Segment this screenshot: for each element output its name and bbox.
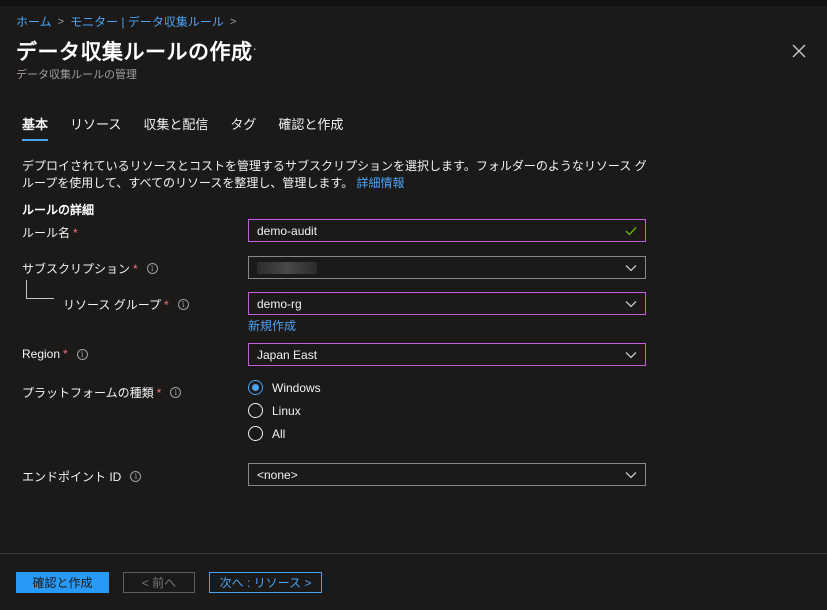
breadcrumb: ホーム > モニター | データ収集ルール > [16,13,242,30]
chevron-right-icon: > [229,15,237,28]
platform-radio-all[interactable]: All [248,426,285,441]
tab-review-create[interactable]: 確認と作成 [278,114,343,141]
platform-radio-linux[interactable]: Linux [248,403,301,418]
region-label: Region * i [22,347,88,361]
top-strip [0,0,827,6]
rule-name-label: ルール名 * [22,225,78,241]
endpoint-value: <none> [257,467,298,482]
endpoint-label: エンドポイント ID i [22,468,142,485]
previous-button[interactable]: < 前へ [123,572,195,593]
more-options-button[interactable]: ··· [241,40,258,56]
required-mark: * [156,385,162,400]
tree-connector [26,298,54,299]
info-icon[interactable]: i [170,387,182,398]
tree-connector [26,280,27,298]
rule-name-value: demo-audit [257,223,318,238]
info-icon[interactable]: i [76,348,88,360]
learn-more-link[interactable]: 詳細情報 [357,176,405,190]
footer-divider [0,553,827,554]
review-create-button[interactable]: 確認と作成 [16,572,109,593]
radio-icon [248,426,263,441]
chevron-right-icon: > [57,15,65,28]
info-icon[interactable]: i [177,299,189,310]
next-resources-button[interactable]: 次へ : リソース > [209,572,322,593]
section-title: ルールの詳細 [22,203,95,217]
resource-group-label: リソース グループ * i [63,296,189,313]
subscription-value-redacted [257,261,317,274]
tab-resources[interactable]: リソース [70,114,121,141]
required-mark: * [73,225,78,240]
rule-name-input[interactable]: demo-audit [248,219,646,242]
description-text: デプロイされているリソースとコストを管理するサブスクリプションを選択します。フォ… [22,159,647,190]
platform-label: プラットフォームの種類 * i [22,384,182,401]
subscription-label: サブスクリプション * i [22,260,158,277]
create-new-link[interactable]: 新規作成 [248,317,296,334]
chevron-down-icon [625,471,637,478]
chevron-down-icon [625,351,637,358]
tab-collect-deliver[interactable]: 収集と配信 [143,114,208,141]
page-title: データ収集ルールの作成 [16,41,253,64]
breadcrumb-home[interactable]: ホーム [16,13,52,30]
subscription-dropdown[interactable] [248,256,646,279]
page-subtitle: データ収集ルールの管理 [16,69,137,81]
required-mark: * [164,297,169,312]
radio-icon [248,403,263,418]
chevron-down-icon [625,300,637,307]
close-icon[interactable] [790,42,808,60]
tab-bar: 基本 リソース 収集と配信 タグ 確認と作成 [22,114,365,141]
breadcrumb-monitor[interactable]: モニター | データ収集ルール [70,13,224,30]
required-mark: * [133,261,138,276]
description: デプロイされているリソースとコストを管理するサブスクリプションを選択します。フォ… [22,158,652,192]
info-icon[interactable]: i [146,263,158,274]
checkmark-icon [625,226,637,235]
resource-group-value: demo-rg [257,296,302,311]
info-icon[interactable]: i [130,471,142,482]
endpoint-dropdown[interactable]: <none> [248,463,646,486]
resource-group-dropdown[interactable]: demo-rg [248,292,646,315]
region-value: Japan East [257,347,318,362]
chevron-down-icon [625,264,637,271]
required-mark: * [63,347,68,361]
tab-basics[interactable]: 基本 [22,114,49,141]
platform-radio-windows[interactable]: Windows [248,380,321,395]
region-dropdown[interactable]: Japan East [248,343,646,366]
radio-selected-icon [248,380,263,395]
tab-tags[interactable]: タグ [230,114,256,141]
